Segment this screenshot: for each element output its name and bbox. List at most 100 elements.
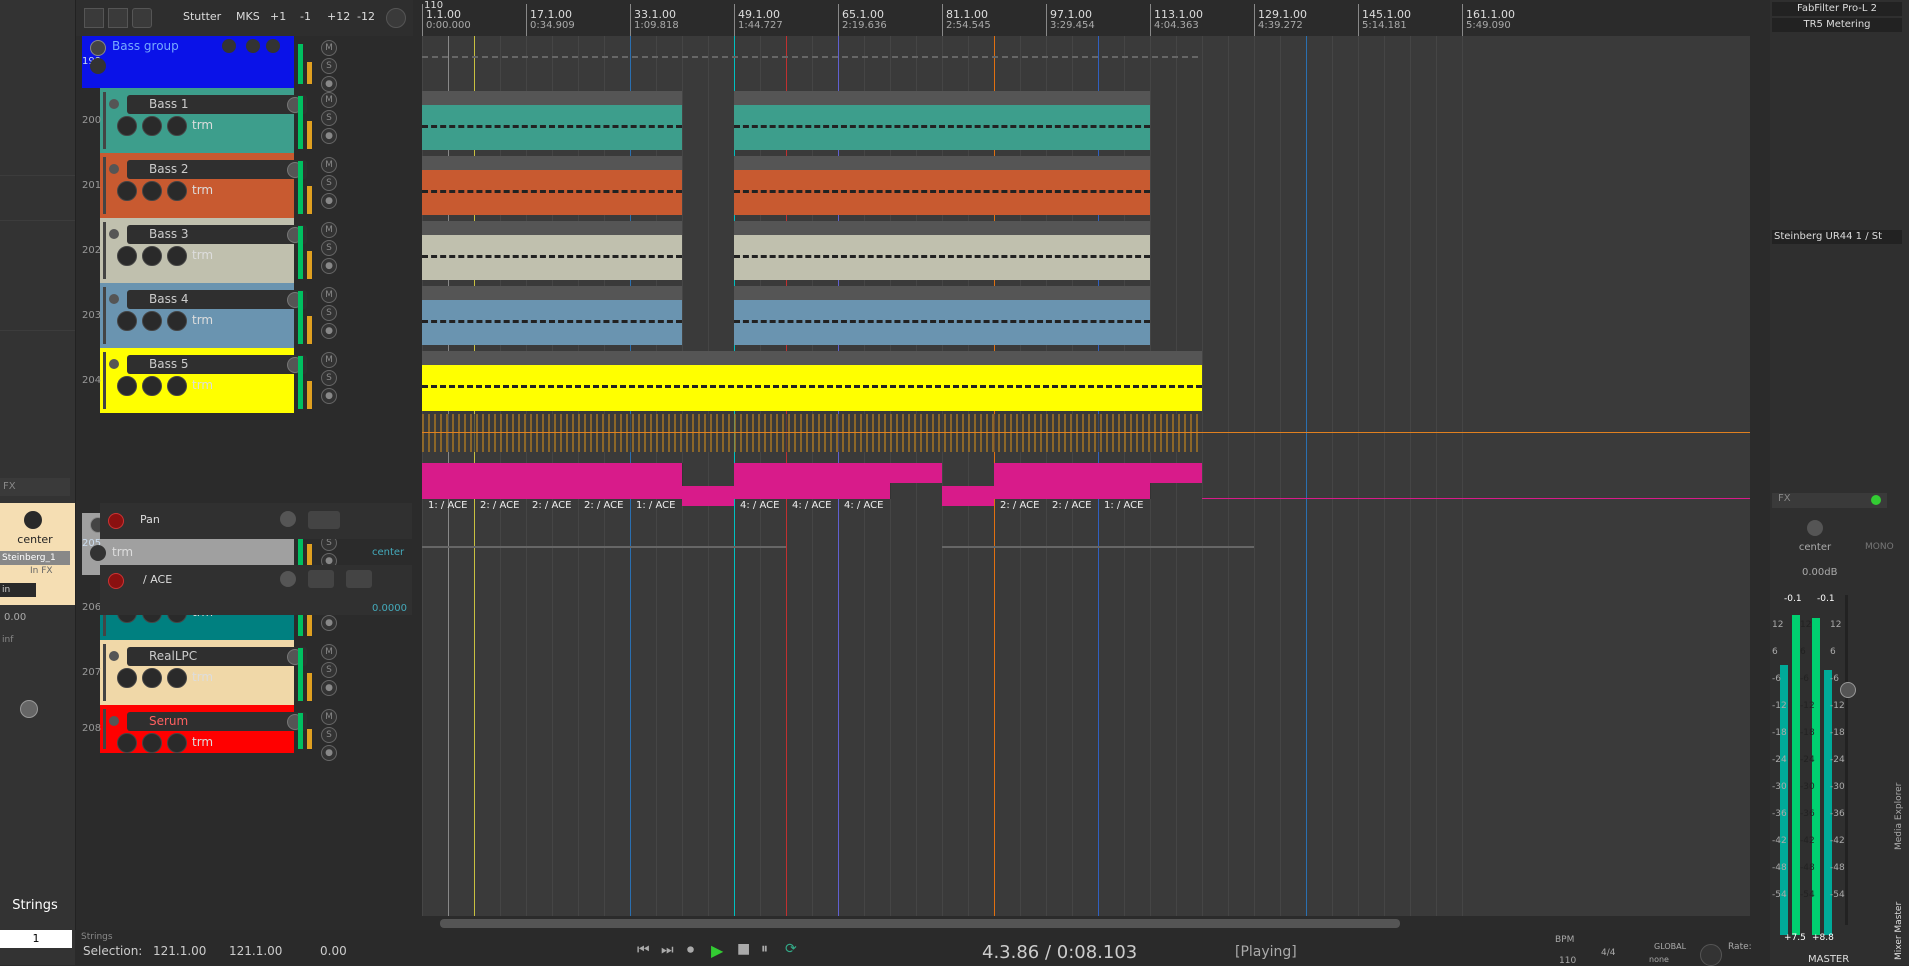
volume-knob[interactable] [222,39,236,53]
automation-mode[interactable]: none [1649,955,1669,964]
automation-item[interactable] [526,463,579,499]
fx-slot-2[interactable]: TR5 Metering [1772,18,1902,32]
solo-button[interactable]: S [321,305,337,321]
track-header[interactable]: 204 Bass 5 trm M S ● [82,348,412,413]
fx-icon[interactable] [117,246,137,266]
loop-icon[interactable]: ⟳ [785,941,797,957]
pan-knob[interactable] [24,511,42,529]
automation-item[interactable] [578,463,631,499]
media-item[interactable] [422,156,682,215]
route-icon[interactable] [167,668,187,688]
route-icon[interactable] [90,545,106,561]
route-icon[interactable] [90,58,106,74]
record-arm-icon[interactable] [109,359,119,369]
route-icon[interactable] [167,246,187,266]
record-arm-icon[interactable] [109,294,119,304]
play-icon[interactable]: ▶ [711,941,723,960]
mute-button[interactable]: M [321,644,337,660]
settings-icon[interactable] [308,511,340,529]
volume-fader[interactable] [20,700,38,718]
minus12-button[interactable]: -12 [357,10,375,23]
selection-start[interactable]: 121.1.00 [153,944,206,958]
media-item[interactable] [734,286,1150,345]
fx-icon[interactable] [117,733,137,753]
fx-bypass-button[interactable]: ● [321,128,337,144]
solo-button[interactable]: S [321,727,337,743]
link-icon[interactable] [346,570,372,588]
record-arm-icon[interactable] [109,651,119,661]
solo-button[interactable]: S [321,662,337,678]
mks-button[interactable]: MKS [236,10,260,23]
fx-icon[interactable] [246,39,260,53]
media-item[interactable] [734,221,1150,280]
track-name[interactable]: Bass 1 [127,95,307,114]
automation-item[interactable] [1150,463,1202,483]
mute-button[interactable]: M [321,157,337,173]
fx-bypass-button[interactable]: ● [321,323,337,339]
fx-bypass-button[interactable]: ● [321,258,337,274]
route-icon[interactable] [167,311,187,331]
stop-icon[interactable]: ■ [737,941,750,957]
track-name[interactable]: Bass group [112,39,179,53]
track-name[interactable]: Bass 3 [127,225,307,244]
stutter-button[interactable]: Stutter [183,10,221,23]
record-arm-icon[interactable] [109,164,119,174]
track-header[interactable]: 199Bass groupMS● [82,36,412,92]
record-arm-icon[interactable] [109,229,119,239]
fx-bypass-button[interactable]: ● [321,615,337,631]
solo-button[interactable]: S [321,370,337,386]
automation-item[interactable] [474,463,527,499]
grid-icon[interactable] [84,8,104,28]
selection-end[interactable]: 121.1.00 [229,944,282,958]
tempo-marker[interactable]: 110 [424,0,443,11]
track-header[interactable]: 208 Serum trm M S ● [82,705,412,761]
record-arm-icon[interactable] [109,716,119,726]
track-header[interactable]: 203 Bass 4 trm M S ● [82,283,412,348]
track-name[interactable]: Serum [127,712,307,731]
mute-button[interactable]: M [321,92,337,108]
plus1-button[interactable]: +1 [270,10,286,23]
fx-button[interactable]: FX [0,478,70,496]
minus1-button[interactable]: -1 [300,10,311,23]
record-icon[interactable]: ⏺ [687,942,694,958]
media-item[interactable] [734,91,1150,150]
fx-icon[interactable] [117,668,137,688]
pan-envelope-knob[interactable] [280,511,296,527]
mixer-master-tab[interactable]: Mixer Master [1894,860,1908,960]
track-header[interactable]: 207 RealLPC trm M S ● [82,640,412,705]
skip-forward-icon[interactable]: ⏭ [661,942,674,958]
skip-back-icon[interactable]: ⏮ [637,942,650,958]
fx-bypass-button[interactable]: ● [321,193,337,209]
strip-number[interactable]: 1 [0,930,72,948]
fx-icon[interactable] [117,311,137,331]
plus12-button[interactable]: +12 [327,10,350,23]
solo-button[interactable]: S [321,58,337,74]
ripple-icon[interactable] [108,8,128,28]
route-icon[interactable] [167,181,187,201]
fx-slot-1[interactable]: FabFilter Pro-L 2 [1772,2,1902,16]
rate-knob[interactable] [1700,944,1722,966]
track-name[interactable]: Bass 5 [127,355,307,374]
pause-icon[interactable]: ⏸ [761,941,768,957]
arm-icon[interactable] [108,573,124,589]
track-name[interactable]: Bass 2 [127,160,307,179]
mute-button[interactable]: M [321,352,337,368]
media-item[interactable] [734,156,1150,215]
automation-item[interactable] [942,486,994,506]
input-select[interactable]: in [0,583,36,597]
track-header[interactable]: 202 Bass 3 trm M S ● [82,218,412,283]
position-readout[interactable]: 4.3.86 / 0:08.103 [982,942,1137,963]
master-pan-knob[interactable] [1807,520,1823,536]
mute-button[interactable]: M [321,222,337,238]
automation-item[interactable] [630,463,683,499]
arm-icon[interactable] [108,513,124,529]
power-icon[interactable] [142,181,162,201]
track-header[interactable]: 200 Bass 1 trm M S ● [82,88,412,153]
automation-item[interactable] [1046,463,1099,499]
media-item[interactable] [422,91,682,150]
media-item[interactable] [422,286,682,345]
device-label[interactable]: Steinberg_1 [0,551,70,565]
automation-item[interactable] [994,463,1047,499]
automation-item[interactable] [890,463,942,483]
fx-bypass-button[interactable]: ● [321,680,337,696]
